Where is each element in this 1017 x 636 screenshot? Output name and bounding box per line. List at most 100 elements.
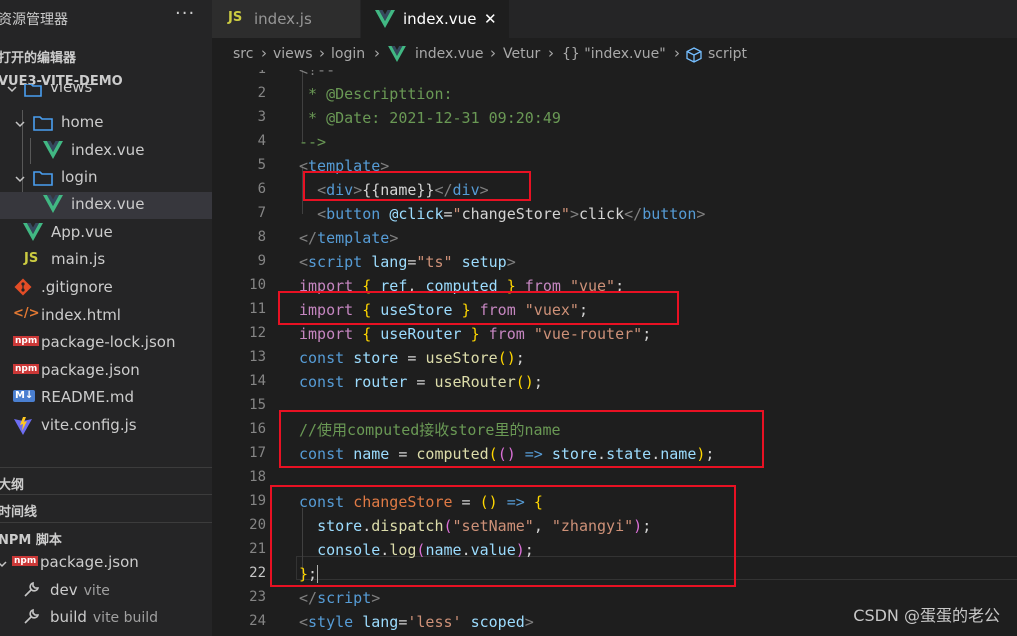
tab-index-js[interactable]: JS index.js [212,0,360,38]
line-number: 13 [249,349,266,365]
npm-script-command: vite build [92,610,159,626]
chevron-right-icon: › [319,44,325,62]
open-editors-section[interactable]: 打开的编辑器 [0,41,212,68]
tree-item-label: views [50,84,93,96]
vite-file-icon [14,417,32,435]
code-line: * @Descripttion: [299,85,453,103]
tree-item-views[interactable]: views [0,84,212,104]
tree-item-vite-config[interactable]: vite.config.js [0,413,212,440]
line-number: 6 [257,181,266,197]
chevron-down-icon [7,86,17,93]
line-number: 14 [249,373,266,389]
tree-item-label: login [61,168,98,186]
npm-scripts-label: NPM 脚本 [0,533,62,548]
tree-item-label: home [61,113,104,131]
tree-item-label: package-lock.json [41,333,176,351]
tree-item-main-js[interactable]: JS main.js [0,247,212,274]
npm-scripts-section[interactable]: NPM 脚本 [0,522,212,550]
markdown-file-icon: M↓ [13,390,36,402]
code-line: <script lang="ts" setup> [299,253,516,271]
breadcrumb-item[interactable]: src [233,46,253,62]
close-icon[interactable]: ✕ [484,10,497,28]
tree-item-label: .gitignore [41,278,113,296]
npm-file-icon: npm [13,336,40,346]
npm-file-icon: npm [13,364,40,374]
vue-file-icon [375,10,395,28]
tree-item-label: main.js [51,250,106,268]
tree-item-label: index.html [41,306,121,324]
line-number: 18 [249,469,266,485]
tree-item-gitignore[interactable]: .gitignore [0,275,212,302]
vue-file-icon [43,195,63,213]
tree-item-login[interactable]: login [0,165,212,192]
annotation-box [303,171,531,201]
js-file-icon: JS [24,251,39,266]
folder-open-icon [24,84,42,97]
wrench-icon [24,581,40,597]
line-number: 1 [212,70,266,77]
tree-item-home-index-vue[interactable]: index.vue [0,138,212,165]
tree-item-label: README.md [41,388,135,406]
breadcrumb-item[interactable]: login [331,46,365,62]
code-line: * @Date: 2021-12-31 09:20:49 [299,109,561,127]
npm-package-json[interactable]: npm package.json [0,550,212,577]
code-editor[interactable]: 123456789101112131415161718192021222324 … [212,70,1017,636]
timeline-label: 时间线 [0,505,38,520]
code-line: <!-- [299,70,336,79]
vue-file-icon [23,223,43,241]
line-number: 19 [249,493,266,509]
vue-file-icon [43,141,63,159]
js-file-icon: JS [228,10,243,25]
tree-item-label: index.vue [71,195,145,213]
csdn-watermark: CSDN @蛋蛋的老公 [853,606,1000,625]
chevron-right-icon: › [374,44,380,62]
tree-item-index-html[interactable]: </> index.html [0,303,212,330]
npm-script-dev[interactable]: dev vite [0,578,212,605]
tree-item-package-lock-json[interactable]: npm package-lock.json [0,330,212,357]
breadcrumb-item[interactable]: script [708,46,747,62]
chevron-right-icon: › [548,44,554,62]
explorer-header: 资源管理器 ··· [0,0,212,38]
npm-tree-label: package.json [40,553,139,571]
folder-open-icon [33,116,53,131]
breadcrumb-item[interactable]: {} "index.vue" [562,46,666,62]
vue-file-icon [388,46,406,62]
line-number: 7 [257,205,266,221]
code-line: <button @click="changeStore">click</butt… [317,205,706,223]
npm-script-name: dev [50,581,78,599]
git-file-icon [14,278,32,296]
line-number: 15 [249,397,266,413]
tab-label: index.vue [403,10,477,28]
tab-index-vue[interactable]: index.vue ✕ [361,0,509,38]
line-number: 22 [249,565,266,581]
tree-item-login-index-vue[interactable]: index.vue [0,192,212,219]
npm-script-build[interactable]: build vite build [0,605,212,632]
tree-item-readme[interactable]: M↓ README.md [0,385,212,412]
npm-script-command: vite [83,583,110,599]
annotation-box [278,291,679,325]
timeline-section[interactable]: 时间线 [0,494,212,522]
tab-bar: JS index.js index.vue ✕ [212,0,1017,38]
breadcrumb-item[interactable]: views [273,46,313,62]
folder-open-icon [33,171,53,186]
code-line: const router = useRouter(); [299,373,543,391]
more-actions-button[interactable]: ··· [175,3,195,24]
outline-section[interactable]: 大纲 [0,467,212,495]
line-number: 21 [249,541,266,557]
breadcrumb-item[interactable]: index.vue [415,46,484,62]
wrench-icon [24,608,40,624]
html-file-icon: </> [13,306,40,321]
annotation-box [270,485,736,587]
tree-item-app-vue[interactable]: App.vue [0,220,212,247]
line-number: 10 [249,277,266,293]
tree-item-label: vite.config.js [41,416,137,434]
code-line: </template> [299,229,399,247]
breadcrumb-item[interactable]: Vetur [503,46,540,62]
tree-item-package-json[interactable]: npm package.json [0,358,212,385]
chevron-right-icon: › [261,44,267,62]
line-number: 11 [249,301,266,317]
line-number: 3 [257,109,266,125]
tree-item-home[interactable]: home [0,110,212,137]
explorer-sidebar: 资源管理器 ··· 打开的编辑器 VUE3-VITE-DEMO views ho… [0,0,212,636]
chevron-down-icon [15,121,25,128]
